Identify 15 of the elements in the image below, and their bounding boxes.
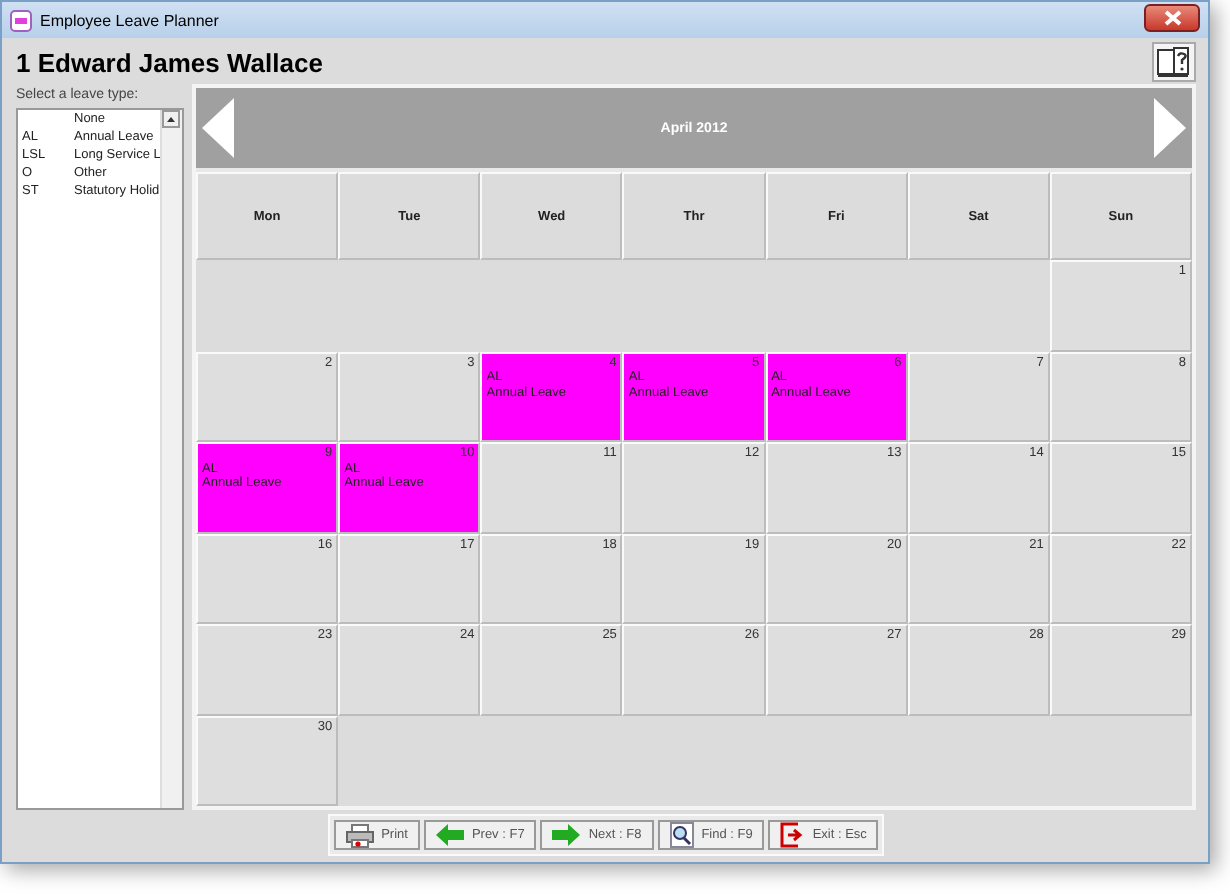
exit-door-icon — [780, 822, 805, 848]
close-icon — [1163, 9, 1181, 25]
search-icon — [669, 822, 694, 848]
previous-month-arrow-icon[interactable] — [202, 98, 234, 158]
close-button[interactable] — [1144, 3, 1200, 31]
right-arrow-icon — [552, 824, 581, 846]
help-button[interactable] — [1152, 42, 1196, 82]
help-book-icon — [1156, 46, 1192, 78]
window-title: Employee Leave Planner — [40, 11, 221, 29]
printer-icon — [345, 823, 374, 847]
next-month-arrow-icon[interactable] — [1154, 98, 1186, 158]
left-arrow-icon — [435, 824, 464, 846]
employee-name: 1 Edward James Wallace — [16, 47, 323, 77]
scroll-up-icon[interactable] — [162, 110, 180, 128]
app-icon — [10, 9, 32, 31]
